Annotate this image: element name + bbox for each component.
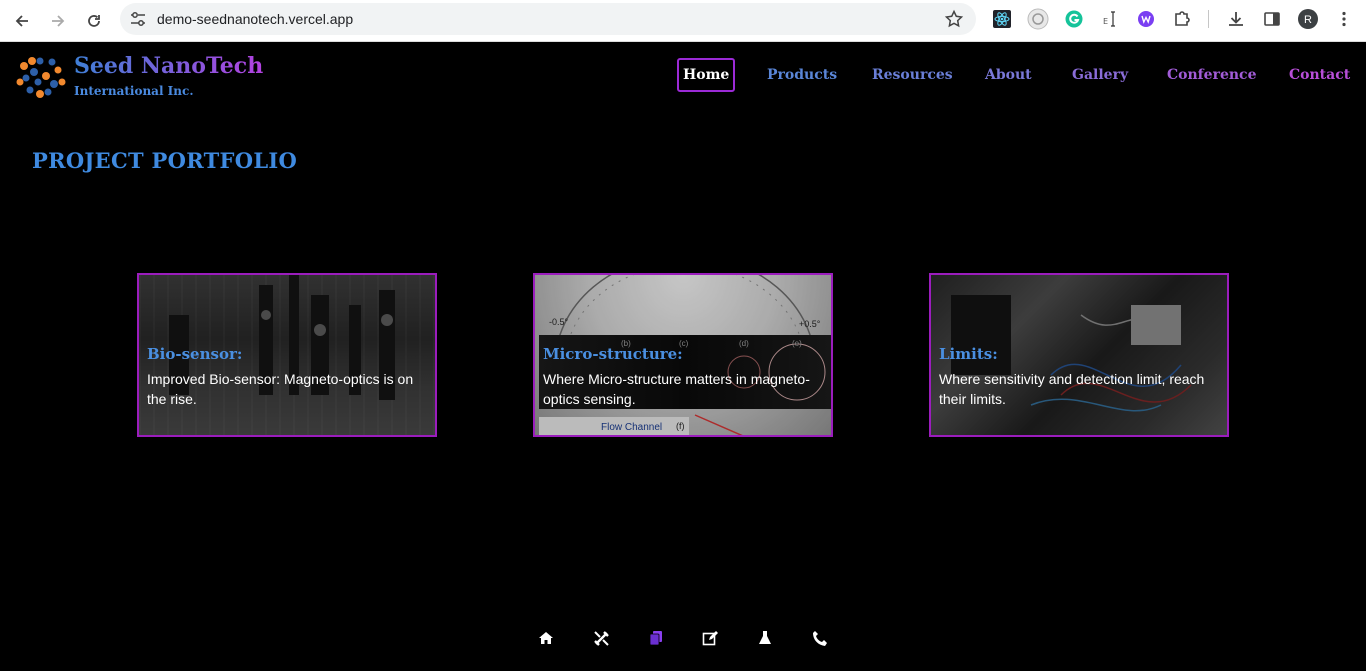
side-panel-icon[interactable] — [1260, 7, 1284, 31]
brand-name[interactable]: Seed NanoTech — [74, 53, 263, 79]
speed-dial-icon[interactable] — [1026, 7, 1050, 31]
react-devtools-icon[interactable] — [990, 7, 1014, 31]
portfolio-card-microstructure[interactable]: -0.5° +0.5° Flow Channel (f) (b) (c) (d)… — [533, 273, 833, 437]
portfolio-card-limits[interactable]: Limits: Where sensitivity and detection … — [929, 273, 1229, 437]
reload-icon[interactable] — [81, 8, 107, 34]
portfolio-card-biosensor[interactable]: Bio-sensor: Improved Bio-sensor: Magneto… — [137, 273, 437, 437]
nav-resources[interactable]: Resources — [872, 58, 953, 92]
svg-text:E: E — [1103, 17, 1108, 26]
puzzle-icon[interactable] — [1170, 7, 1194, 31]
site-info-icon[interactable] — [128, 9, 148, 29]
seed-nanotech-logo[interactable] — [16, 54, 66, 100]
card-description: Where Micro-structure matters in magneto… — [543, 371, 810, 407]
nav-about[interactable]: About — [985, 58, 1032, 92]
card-title: Limits: — [939, 345, 998, 363]
forward-icon[interactable] — [45, 8, 71, 34]
brand-subtitle: International Inc. — [74, 84, 194, 98]
card-title: Micro-structure: — [543, 345, 683, 363]
tools-icon[interactable] — [591, 628, 611, 648]
card-description: Improved Bio-sensor: Magneto-optics is o… — [147, 371, 414, 407]
profile-avatar[interactable]: R — [1296, 7, 1320, 31]
kebab-menu-icon[interactable] — [1332, 7, 1356, 31]
toolbar-divider — [1208, 10, 1209, 28]
text-cursor-icon[interactable]: E — [1098, 7, 1122, 31]
card-title: Bio-sensor: — [147, 345, 243, 363]
wappalyzer-icon[interactable] — [1134, 7, 1158, 31]
flask-icon[interactable] — [755, 628, 775, 648]
section-title: PROJECT PORTFOLIO — [32, 148, 298, 173]
download-icon[interactable] — [1224, 7, 1248, 31]
copy-icon[interactable] — [646, 628, 666, 648]
nav-home[interactable]: Home — [677, 58, 736, 92]
address-bar[interactable]: demo-seednanotech.vercel.app — [120, 3, 976, 35]
grammarly-icon[interactable] — [1062, 7, 1086, 31]
profile-initial: R — [1304, 14, 1312, 26]
card-description: Where sensitivity and detection limit, r… — [939, 371, 1205, 407]
home-icon[interactable] — [536, 628, 556, 648]
nav-products[interactable]: Products — [767, 58, 837, 92]
nav-gallery[interactable]: Gallery — [1072, 58, 1128, 92]
url-text[interactable]: demo-seednanotech.vercel.app — [157, 11, 353, 27]
nav-conference[interactable]: Conference — [1167, 58, 1256, 92]
browser-toolbar: demo-seednanotech.vercel.app E R — [0, 0, 1366, 42]
back-icon[interactable] — [9, 8, 35, 34]
nav-contact[interactable]: Contact — [1289, 58, 1350, 92]
edit-icon[interactable] — [700, 628, 720, 648]
bookmark-star-icon[interactable] — [944, 9, 964, 29]
phone-icon[interactable] — [810, 628, 830, 648]
